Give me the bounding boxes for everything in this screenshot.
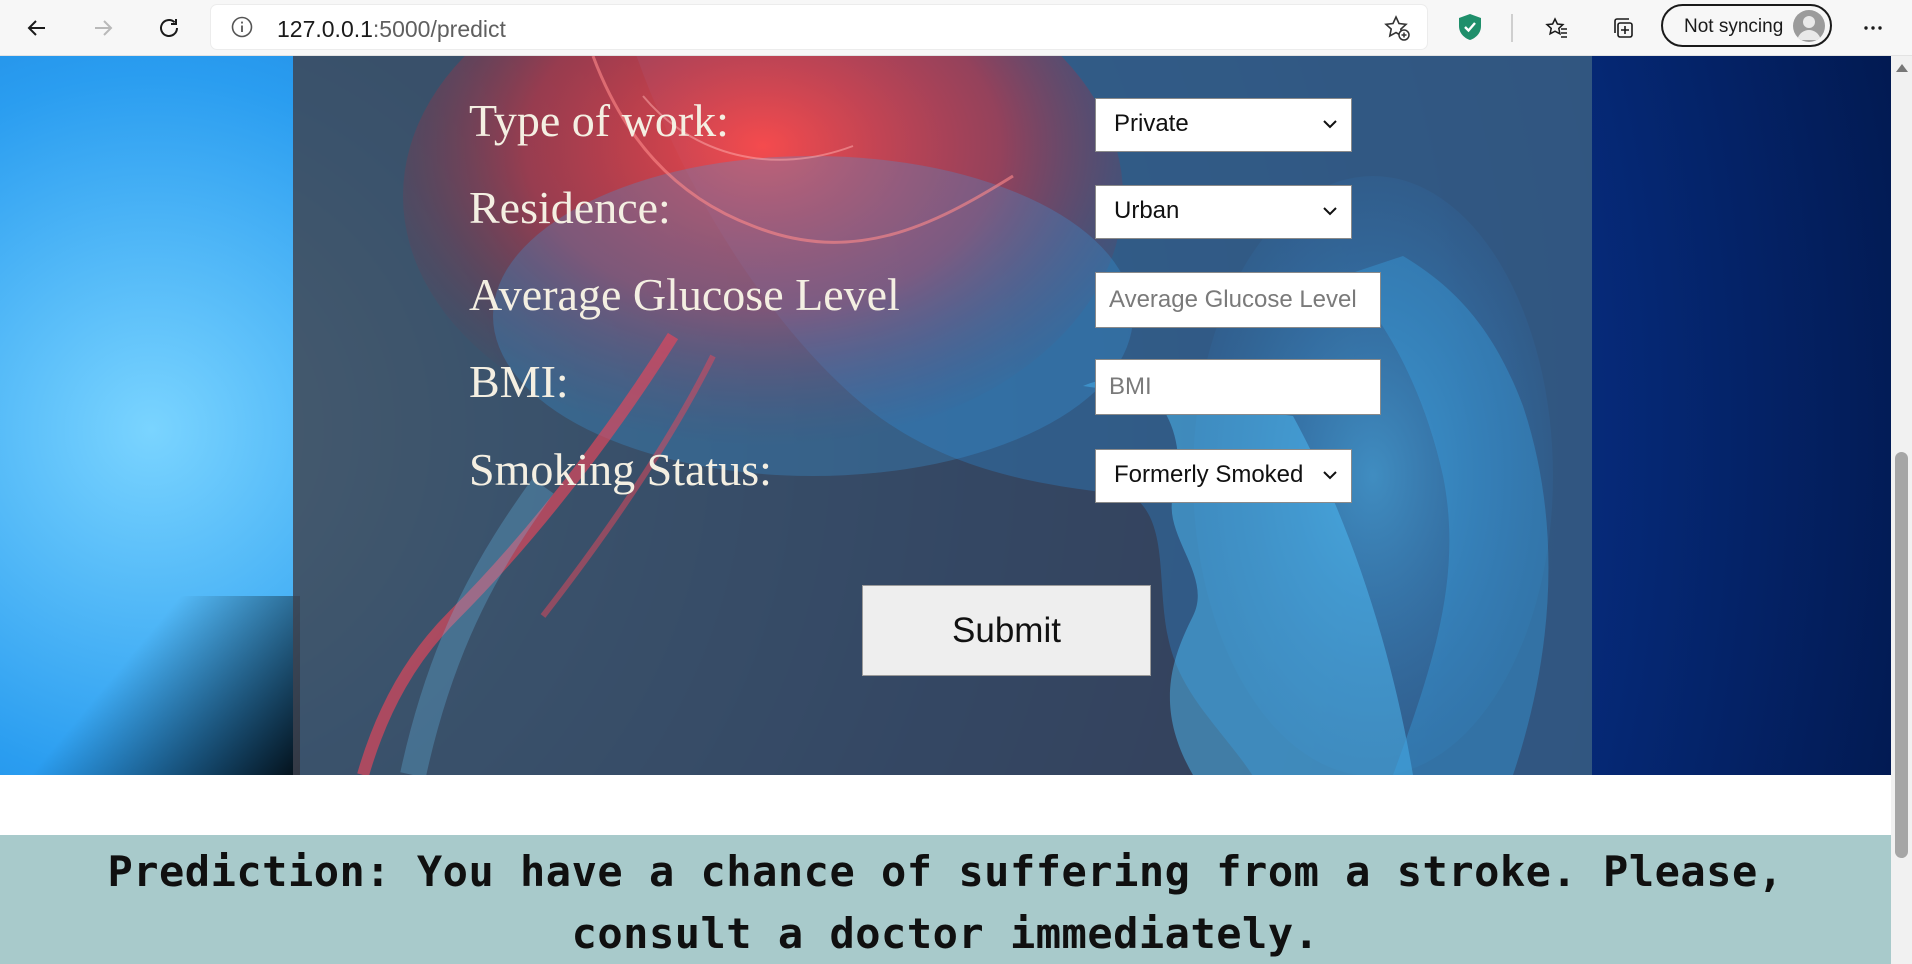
avatar — [1793, 10, 1825, 42]
label-residence: Residence: — [469, 182, 671, 233]
chevron-down-icon — [1323, 207, 1337, 216]
url-host: 127.0.0.1 — [277, 16, 373, 42]
hero-background: Type of work: Private Residence: Urban A… — [0, 56, 1891, 775]
residence-value: Urban — [1114, 197, 1180, 224]
label-glucose: Average Glucose Level — [469, 269, 900, 320]
page-scrollbar[interactable] — [1891, 56, 1912, 964]
favorites-button[interactable] — [1537, 8, 1577, 48]
site-info-icon[interactable] — [231, 16, 253, 38]
chevron-down-icon — [1323, 120, 1337, 129]
bmi-input[interactable]: BMI — [1095, 359, 1381, 415]
smoking-status-value: Formerly Smoked — [1114, 461, 1304, 488]
profile-icon — [1797, 16, 1821, 40]
url-text[interactable]: 127.0.0.1:5000/predict — [277, 16, 506, 43]
forward-arrow-icon — [95, 20, 113, 36]
add-favorite-icon[interactable] — [1383, 14, 1411, 42]
glucose-placeholder: Average Glucose Level — [1109, 286, 1357, 313]
toolbar-divider — [1511, 14, 1513, 42]
url-path: :5000/predict — [372, 16, 506, 42]
more-dots-icon — [1864, 26, 1882, 30]
chevron-down-icon — [1323, 471, 1337, 480]
work-type-value: Private — [1114, 110, 1189, 137]
address-bar[interactable]: 127.0.0.1:5000/predict — [211, 5, 1427, 49]
residence-select[interactable]: Urban — [1095, 185, 1352, 239]
settings-more-button[interactable] — [1853, 8, 1893, 48]
glucose-input[interactable]: Average Glucose Level — [1095, 272, 1381, 328]
smoking-status-select[interactable]: Formerly Smoked — [1095, 449, 1352, 503]
submit-button[interactable]: Submit — [862, 585, 1151, 676]
collections-button[interactable] — [1603, 8, 1643, 48]
back-button[interactable] — [17, 8, 57, 48]
forward-button[interactable] — [83, 8, 123, 48]
refresh-icon — [160, 19, 178, 37]
scroll-up-arrow-icon[interactable] — [1896, 64, 1908, 72]
bmi-placeholder: BMI — [1109, 373, 1152, 400]
sync-status-text: Not syncing — [1684, 16, 1784, 37]
label-smoking: Smoking Status: — [469, 444, 772, 495]
page-viewport: Type of work: Private Residence: Urban A… — [0, 56, 1891, 964]
prediction-message: Prediction: You have a chance of sufferi… — [107, 847, 1784, 958]
collections-icon — [1614, 18, 1633, 38]
scrollbar-thumb[interactable] — [1895, 452, 1908, 858]
work-type-select[interactable]: Private — [1095, 98, 1352, 152]
back-arrow-icon — [27, 20, 45, 36]
favorites-icon — [1545, 17, 1567, 38]
label-work-type: Type of work: — [469, 95, 729, 146]
label-bmi: BMI: — [469, 356, 569, 407]
prediction-banner: Prediction: You have a chance of sufferi… — [0, 835, 1891, 964]
background-shadow — [0, 596, 300, 775]
browser-toolbar: 127.0.0.1:5000/predict Not syncing — [0, 0, 1912, 56]
sync-profile-button[interactable]: Not syncing — [1661, 4, 1832, 47]
shield-extension-icon[interactable] — [1456, 12, 1484, 42]
refresh-button[interactable] — [149, 8, 189, 48]
